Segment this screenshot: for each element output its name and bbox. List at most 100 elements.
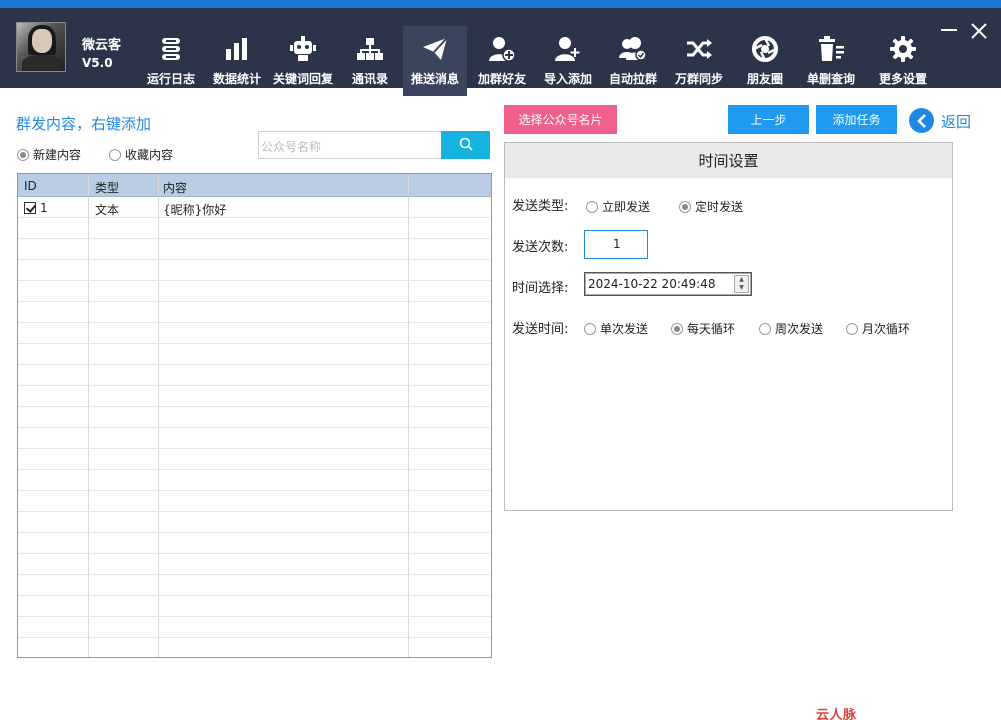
nav-item-add-group-friend[interactable]: 加群好友 [470, 26, 534, 96]
radio-label: 收藏内容 [125, 148, 174, 162]
radio-label: 每天循环 [687, 322, 736, 336]
group-check-icon [618, 34, 648, 64]
nav-item-moments[interactable]: 朋友圈 [737, 26, 793, 96]
panel-title: 时间设置 [505, 143, 952, 178]
radio-dot [109, 148, 121, 161]
column-header-id[interactable]: ID [18, 174, 89, 196]
robot-icon [289, 34, 317, 64]
table-row-empty [18, 239, 491, 260]
column-header-type[interactable]: 类型 [89, 174, 159, 196]
table-row-empty [18, 533, 491, 554]
radio-label: 立即发送 [602, 200, 651, 214]
minimize-icon[interactable] [940, 22, 958, 43]
shuffle-icon [685, 34, 713, 64]
nav-item-auto-group[interactable]: 自动拉群 [602, 26, 664, 96]
nav-item-run-log[interactable]: 运行日志 [140, 26, 202, 96]
table-row-empty [18, 512, 491, 533]
back-arrow-icon[interactable] [909, 108, 934, 133]
radio-send-now[interactable]: 立即发送 [586, 198, 650, 215]
nav-item-more-settings[interactable]: 更多设置 [872, 26, 934, 96]
send-type-label: 发送类型: [512, 199, 569, 214]
table-row-empty [18, 449, 491, 470]
radio-label: 单次发送 [600, 322, 649, 336]
nav-label: 加群好友 [477, 72, 526, 86]
nav-item-data-stats[interactable]: 数据统计 [206, 26, 268, 96]
add-task-button[interactable]: 添加任务 [816, 105, 897, 134]
nav-label: 通讯录 [351, 72, 388, 86]
content-table[interactable]: ID 类型 内容 1 文本 {昵称}你好 [17, 173, 492, 658]
app-version: V5.0 [82, 56, 113, 70]
nav-label: 朋友圈 [746, 72, 783, 86]
radio-weekly-send[interactable]: 周次发送 [759, 320, 823, 337]
nav-label: 自动拉群 [608, 72, 657, 86]
table-row-empty [18, 407, 491, 428]
table-row-empty [18, 491, 491, 512]
radio-daily-loop[interactable]: 每天循环 [671, 320, 735, 337]
nav-item-keyword-reply[interactable]: 关键词回复 [270, 26, 336, 96]
datetime-value: 2024-10-22 20:49:48 [588, 277, 716, 291]
datetime-picker[interactable]: 2024-10-22 20:49:48 ▲ ▼ [584, 272, 752, 296]
search-input[interactable]: 公众号名称 [258, 131, 442, 159]
table-row-empty [18, 365, 491, 386]
content-section-title: 群发内容，右键添加 [16, 115, 152, 133]
table-row-empty [18, 302, 491, 323]
gear-icon [890, 34, 916, 64]
spin-buttons[interactable]: ▲ ▼ [734, 275, 749, 293]
select-card-button[interactable]: 选择公众号名片 [504, 105, 617, 134]
nav-label: 万群同步 [674, 72, 723, 86]
paper-plane-icon [421, 34, 449, 64]
nav-label: 更多设置 [878, 72, 927, 86]
row-checkbox[interactable] [24, 202, 36, 214]
radio-send-scheduled[interactable]: 定时发送 [679, 198, 743, 215]
bar-chart-icon [224, 34, 250, 64]
table-row-empty [18, 260, 491, 281]
time-settings-panel: 时间设置 发送类型: 立即发送 定时发送 发送次数: 1 时间选择: 2024-… [504, 142, 953, 511]
table-row-empty [18, 323, 491, 344]
nav-item-push-message[interactable]: 推送消息 [403, 26, 467, 96]
nav-label: 运行日志 [146, 72, 195, 86]
table-row-empty [18, 218, 491, 239]
send-count-input[interactable]: 1 [584, 230, 648, 259]
radio-dot [17, 148, 29, 161]
org-chart-icon [357, 34, 383, 64]
nav-label: 关键词回复 [272, 72, 333, 86]
table-row-empty [18, 575, 491, 596]
close-icon[interactable] [970, 22, 988, 43]
nav-item-single-delete-query[interactable]: 单删查询 [800, 26, 862, 96]
table-row-empty [18, 596, 491, 617]
radio-single-send[interactable]: 单次发送 [584, 320, 648, 337]
row-id: 1 [40, 201, 48, 215]
radio-label: 月次循环 [862, 322, 911, 336]
nav-label: 数据统计 [212, 72, 261, 86]
trash-icon [817, 34, 845, 64]
back-button[interactable]: 返回 [941, 111, 971, 132]
radio-label: 定时发送 [695, 200, 744, 214]
aperture-icon [752, 34, 778, 64]
nav-item-import-add[interactable]: 导入添加 [537, 26, 599, 96]
row-type: 文本 [89, 197, 159, 217]
table-row-empty [18, 470, 491, 491]
import-user-icon [554, 34, 582, 64]
time-select-label: 时间选择: [512, 281, 569, 296]
log-icon [159, 34, 183, 64]
prev-step-button[interactable]: 上一步 [728, 105, 809, 134]
table-row[interactable]: 1 文本 {昵称}你好 [18, 197, 491, 218]
column-header-content[interactable]: 内容 [159, 174, 409, 196]
radio-new-content[interactable]: 新建内容 [17, 146, 81, 163]
watermark: 云人脉www.yunyunvip.com [816, 708, 857, 720]
top-toolbar: 微云客 V5.0 运行日志 数据统计 关键词回复 通讯录 推送消息 加群好友 导… [0, 0, 1001, 96]
radio-favorite-content[interactable]: 收藏内容 [109, 146, 173, 163]
table-row-empty [18, 281, 491, 302]
avatar[interactable] [16, 22, 66, 72]
radio-label: 周次发送 [775, 322, 824, 336]
search-button[interactable] [441, 131, 490, 159]
table-header: ID 类型 内容 [18, 174, 491, 197]
table-row-empty [18, 386, 491, 407]
nav-item-contacts[interactable]: 通讯录 [340, 26, 400, 96]
radio-monthly-loop[interactable]: 月次循环 [846, 320, 910, 337]
table-row-empty [18, 344, 491, 365]
table-row-empty [18, 428, 491, 449]
nav-item-group-sync[interactable]: 万群同步 [668, 26, 730, 96]
table-row-empty [18, 617, 491, 638]
nav-label: 导入添加 [543, 72, 592, 86]
